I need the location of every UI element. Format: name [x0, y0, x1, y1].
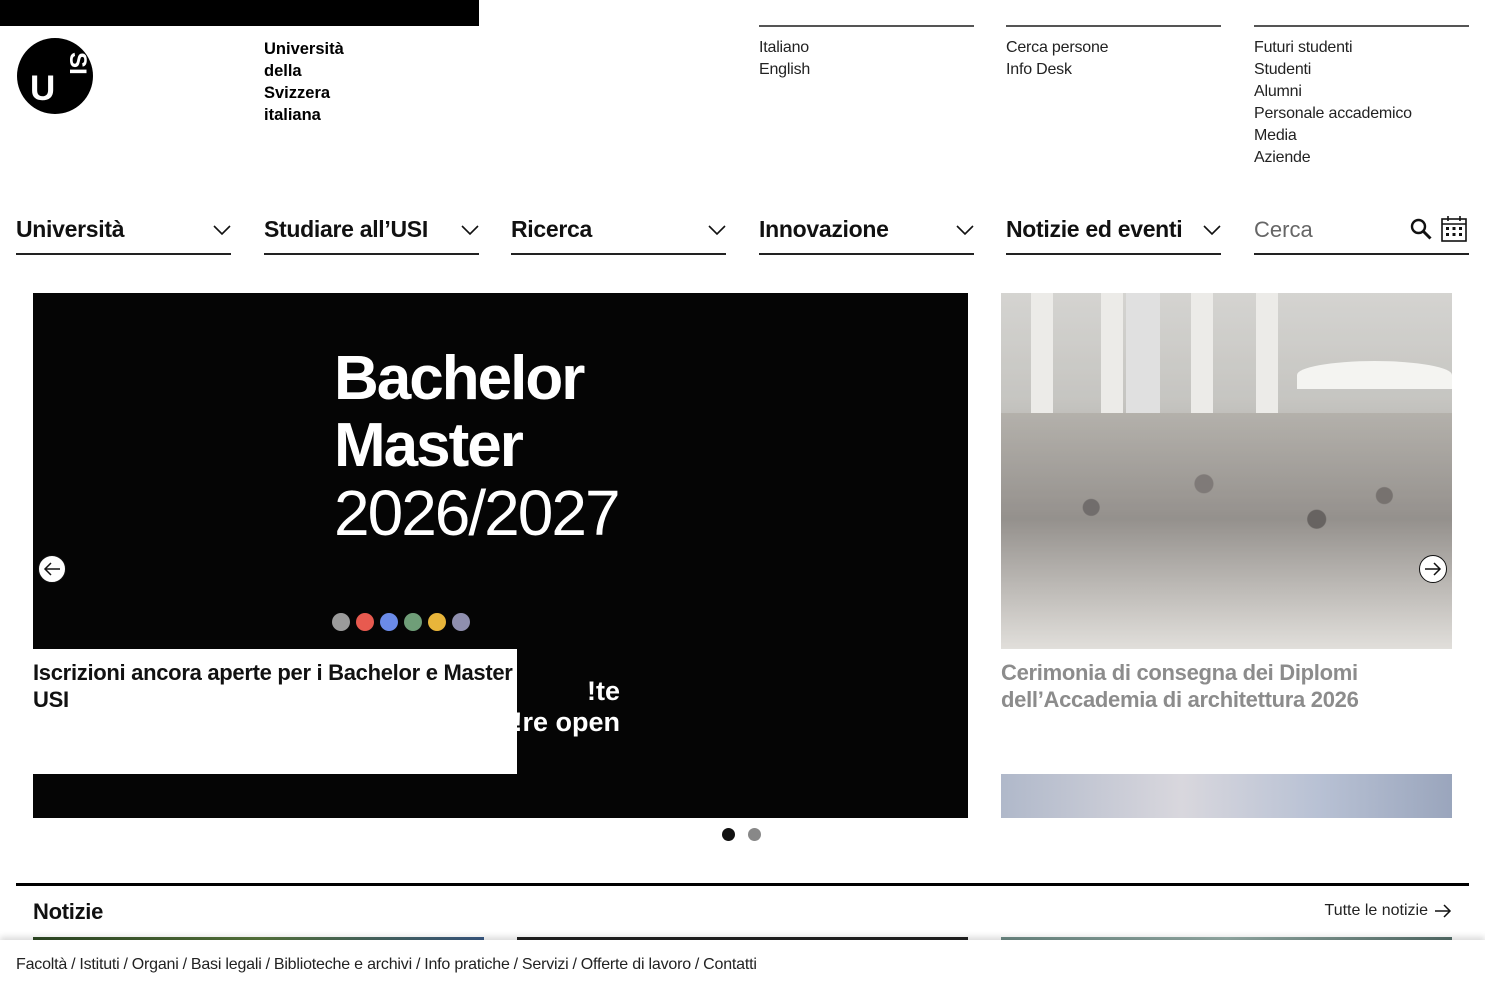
search-box [1254, 212, 1469, 255]
logo-letters-si: SI [64, 52, 91, 75]
hero-caption-title[interactable]: Iscrizioni ancora aperte per i Bachelor … [33, 649, 517, 713]
quick-links-menu: Cerca persone Info Desk [1006, 25, 1221, 81]
footer-links: Facoltà / Istituti / Organi / Basi legali / Bibl… [16, 954, 757, 976]
footer-separator: / [572, 956, 577, 973]
footer-link-offerte-lavoro[interactable]: Offerte di lavoro [581, 956, 691, 973]
arrow-left-icon [43, 562, 60, 576]
quick-link-cerca-persone[interactable]: Cerca persone [1006, 37, 1221, 59]
carousel-page-dot[interactable] [722, 828, 735, 841]
side-slide-caption: Cerimonia di consegna dei Diplomi dell’A… [1001, 659, 1452, 713]
footer-separator: / [182, 956, 187, 973]
nav-label: Innovazione [759, 216, 889, 242]
carousel-page-dot[interactable] [748, 828, 761, 841]
audience-menu: Futuri studenti Studenti Alumni Personal… [1254, 25, 1469, 169]
news-divider [16, 883, 1469, 886]
hero-line-master: Master [334, 411, 524, 480]
usi-logo[interactable]: U SI [17, 38, 93, 114]
search-icon[interactable] [1410, 218, 1432, 240]
language-menu: Italiano English [759, 25, 974, 81]
hero-line-year: 2026/2027 [334, 477, 621, 549]
footer-link-organi[interactable]: Organi [132, 956, 179, 973]
logo-letter-u: U [30, 69, 56, 108]
calendar-icon[interactable] [1440, 215, 1468, 243]
side-slide-caption-title[interactable]: Cerimonia di consegna dei Diplomi dell’A… [1001, 659, 1452, 713]
next-slide[interactable]: Cerimonia di consegna dei Diplomi dell’A… [1001, 293, 1452, 818]
footer-link-facolta[interactable]: Facoltà [16, 956, 67, 973]
audience-link-futuri-studenti[interactable]: Futuri studenti [1254, 37, 1469, 59]
university-name-line: italiana [264, 106, 321, 124]
footer-link-istituti[interactable]: Istituti [79, 956, 119, 973]
top-black-bar [0, 0, 479, 26]
nav-label: Ricerca [511, 216, 593, 242]
footer-link-info-pratiche[interactable]: Info pratiche [424, 956, 510, 973]
hero-line-bachelor: Bachelor [334, 344, 585, 413]
audience-link-media[interactable]: Media [1254, 125, 1469, 147]
footer-link-contatti[interactable]: Contatti [703, 956, 757, 973]
audience-link-personale-accademico[interactable]: Personale accademico [1254, 103, 1469, 125]
audience-link-studenti[interactable]: Studenti [1254, 59, 1469, 81]
carousel-prev-button[interactable] [38, 555, 66, 583]
footer-link-biblioteche[interactable]: Biblioteche e archivi [274, 956, 412, 973]
color-dot [380, 613, 398, 631]
footer-separator: / [265, 956, 270, 973]
photo-overlay [1001, 293, 1452, 649]
carousel-pager [722, 828, 761, 841]
nav-ricerca[interactable]: Ricerca [511, 212, 726, 255]
hero-caption: Iscrizioni ancora aperte per i Bachelor … [33, 649, 517, 774]
audience-link-aziende[interactable]: Aziende [1254, 147, 1469, 169]
news-section-title: Notizie [33, 899, 104, 924]
hero-color-dots [332, 613, 470, 631]
color-dot [356, 613, 374, 631]
all-news-label: Tutte le notizie [1324, 902, 1428, 919]
nav-studiare[interactable]: Studiare all’USI [264, 212, 479, 255]
footer-separator: / [123, 956, 128, 973]
chevron-down-icon [213, 225, 231, 236]
chevron-down-icon [956, 225, 974, 236]
hero-slide[interactable]: Bachelor Master 2026/2027 te! re open! I… [33, 293, 968, 818]
university-name: Università della Svizzera italiana [264, 38, 344, 126]
color-dot [332, 613, 350, 631]
university-name-line: Università [264, 40, 344, 58]
side-slide-bottom-image [1001, 774, 1452, 818]
arrow-right-icon [1435, 904, 1452, 918]
color-dot [452, 613, 470, 631]
color-dot [404, 613, 422, 631]
footer-separator: / [513, 956, 518, 973]
all-news-link[interactable]: Tutte le notizie [1325, 900, 1452, 922]
footer-link-servizi[interactable]: Servizi [522, 956, 569, 973]
language-link-english[interactable]: English [759, 59, 974, 81]
university-name-line: Svizzera [264, 84, 331, 102]
arrow-right-icon [1425, 562, 1442, 576]
quick-link-info-desk[interactable]: Info Desk [1006, 59, 1221, 81]
nav-universita[interactable]: Università [16, 212, 231, 255]
carousel-next-button[interactable] [1419, 555, 1447, 583]
footer-separator: / [415, 956, 421, 973]
nav-label: Studiare all’USI [264, 216, 428, 242]
graduation-photo [1001, 293, 1452, 649]
footer-bar: Facoltà / Istituti / Organi / Basi legali / Bibl… [0, 940, 1485, 990]
audience-link-alumni[interactable]: Alumni [1254, 81, 1469, 103]
language-link-italiano[interactable]: Italiano [759, 37, 974, 59]
nav-label: Università [16, 216, 125, 242]
footer-link-basi-legali[interactable]: Basi legali [191, 956, 262, 973]
chevron-down-icon [708, 225, 726, 236]
color-dot [428, 613, 446, 631]
footer-separator: / [694, 956, 700, 973]
nav-notizie-eventi[interactable]: Notizie ed eventi [1006, 212, 1221, 255]
chevron-down-icon [1203, 225, 1221, 236]
search-input[interactable] [1254, 212, 1404, 248]
university-name-line: della [264, 62, 302, 80]
chevron-down-icon [461, 225, 479, 236]
nav-label: Notizie ed eventi [1006, 216, 1183, 242]
footer-separator: / [71, 956, 76, 973]
nav-innovazione[interactable]: Innovazione [759, 212, 974, 255]
